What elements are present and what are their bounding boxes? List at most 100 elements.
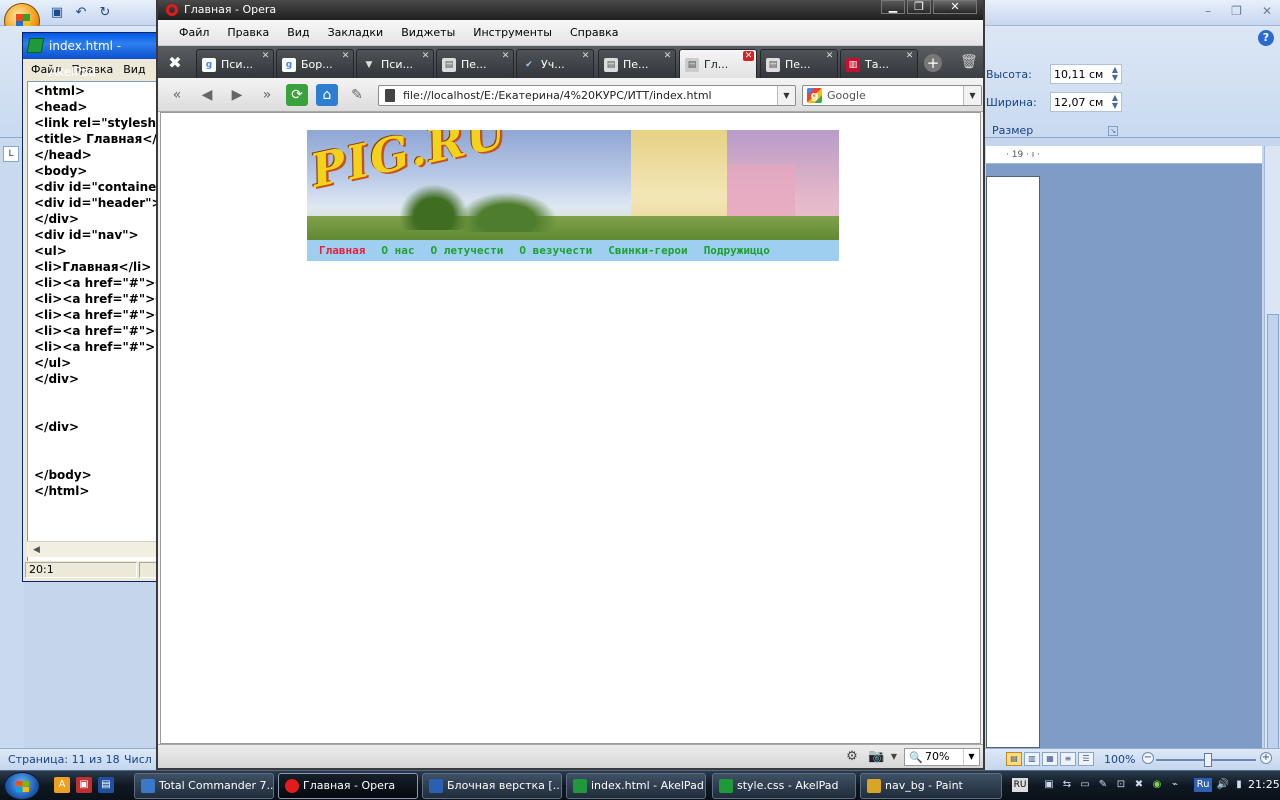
save-icon[interactable]: ▣	[48, 5, 66, 21]
back-icon[interactable]: ◀	[196, 84, 218, 106]
maximize-icon[interactable]: ❐	[1231, 4, 1242, 18]
redo-icon[interactable]: ↻	[96, 5, 114, 21]
help-icon[interactable]: ?	[1258, 30, 1274, 46]
minimize-icon[interactable]: –	[1205, 4, 1211, 18]
tab-close-icon[interactable]: ✕	[743, 51, 754, 61]
document-page[interactable]	[986, 176, 1040, 748]
nav-item-heroes[interactable]: Свинки-герои	[608, 244, 687, 257]
spinner-arrows-icon[interactable]: ▲ ▼	[1112, 94, 1118, 110]
full-screen-icon[interactable]: ▥	[1024, 752, 1040, 766]
trash-icon[interactable]: 🗑	[960, 54, 978, 70]
menu-bookmarks[interactable]: Закладки	[319, 20, 393, 46]
tab[interactable]: ▼ Пси... ✕	[356, 49, 434, 78]
close-icon[interactable]: ✕	[1262, 4, 1272, 18]
new-tab-icon[interactable]: +	[924, 54, 942, 72]
taskbar-item-active[interactable]: Главная - Opera	[278, 773, 418, 799]
menu-view[interactable]: Вид	[123, 63, 145, 76]
tab-close-icon[interactable]: ✕	[500, 51, 511, 61]
zoom-level[interactable]: 100%	[1104, 753, 1135, 766]
app-launcher-icon[interactable]: ▤	[98, 777, 114, 793]
zoom-in-icon[interactable]: +	[1260, 752, 1272, 764]
app-launcher-icon[interactable]: A	[54, 777, 70, 793]
print-layout-icon[interactable]: ▤	[1006, 752, 1022, 766]
clock[interactable]: 21:25	[1248, 778, 1280, 791]
nav-item-flying[interactable]: О летучести	[430, 244, 503, 257]
menu-help[interactable]: Справка	[561, 20, 627, 46]
tab-close-icon[interactable]: ✕	[580, 51, 591, 61]
edit-icon[interactable]: ✎	[346, 84, 368, 106]
app-launcher-icon[interactable]: ▣	[76, 777, 92, 793]
menu-edit[interactable]: Правка	[218, 20, 278, 46]
start-button[interactable]	[4, 772, 40, 800]
outline-icon[interactable]: ≡	[1060, 752, 1076, 766]
taskbar-item[interactable]: style.css - AkelPad	[712, 773, 856, 799]
sync-icon[interactable]: ⇆	[1060, 778, 1074, 792]
tab[interactable]: g Пси... ✕	[196, 49, 274, 78]
close-icon[interactable]: ✕	[933, 0, 977, 14]
tab-selector-icon[interactable]: L	[3, 146, 19, 162]
undo-icon[interactable]: ↶	[72, 5, 90, 21]
code-text[interactable]: <html> <head> <link rel="styleshe <title…	[28, 82, 173, 499]
language-indicator[interactable]: RU	[1012, 778, 1028, 792]
fast-forward-icon[interactable]: »	[256, 84, 278, 106]
tab-close-icon[interactable]: ✕	[260, 51, 271, 61]
draft-icon[interactable]: ☰	[1078, 752, 1094, 766]
security-icon[interactable]: ✖	[1132, 778, 1146, 792]
width-spinner[interactable]: 12,07 см ▲ ▼	[1050, 92, 1122, 112]
camera-icon[interactable]: 📷	[868, 749, 884, 765]
maximize-icon[interactable]: ❐	[907, 0, 931, 14]
address-field[interactable]: file://localhost/E:/Екатерина/4%20КУРС/И…	[378, 85, 796, 106]
reload-icon[interactable]: ⟳	[286, 84, 308, 106]
vertical-scrollbar[interactable]	[1264, 146, 1280, 794]
turbo-icon[interactable]: ⚙	[844, 749, 860, 765]
zoom-out-icon[interactable]: −	[1142, 752, 1154, 764]
minimize-icon[interactable]: ▁	[881, 0, 905, 14]
tab[interactable]: ▤ Пе... ✕	[760, 49, 838, 78]
battery-icon[interactable]: ▮	[1232, 778, 1246, 792]
tab-close-icon[interactable]: ✕	[904, 51, 915, 61]
menu-tools[interactable]: Инструменты	[464, 20, 561, 46]
keyboard-layout[interactable]: Ru	[1194, 778, 1212, 792]
tab[interactable]: ✔ Уч... ✕	[516, 49, 594, 78]
display-icon[interactable]: ▭	[1078, 778, 1092, 792]
dialog-launcher-icon[interactable]: ↘	[1108, 126, 1118, 136]
rewind-icon[interactable]: «	[166, 84, 188, 106]
shield-icon[interactable]: ◉	[1150, 778, 1164, 792]
chevron-down-icon[interactable]: ▼	[963, 749, 979, 765]
home-icon[interactable]: ⌂	[316, 84, 338, 106]
zoom-slider[interactable]: − +	[1142, 752, 1272, 767]
tab[interactable]: g Бор... ✕	[276, 49, 354, 78]
spinner-arrows-icon[interactable]: ▲ ▼	[1112, 66, 1118, 82]
height-spinner[interactable]: 10,11 см ▲ ▼	[1050, 64, 1122, 84]
menu-widgets[interactable]: Виджеты	[392, 20, 464, 46]
code-editor[interactable]: <html> <head> <link rel="styleshe <title…	[27, 81, 173, 573]
search-placeholder[interactable]: Google	[827, 89, 866, 102]
tab-active[interactable]: ▤ Гл... ✕	[679, 49, 757, 78]
nav-item-luck[interactable]: О везучести	[519, 244, 592, 257]
taskbar-item[interactable]: Total Commander 7....	[134, 773, 274, 799]
tab-close-icon[interactable]: ✕	[340, 51, 351, 61]
scrollbar-thumb[interactable]	[1267, 314, 1279, 794]
taskbar-item[interactable]: index.html - AkelPad	[566, 773, 706, 799]
tool-icon[interactable]: ✎	[1096, 778, 1110, 792]
tab-close-icon[interactable]: ✕	[662, 51, 673, 61]
tools-icon[interactable]: ✖	[164, 52, 186, 74]
zoom-selector[interactable]: 🔍 70% ▼	[904, 748, 980, 766]
url-text[interactable]: file://localhost/E:/Екатерина/4%20КУРС/И…	[403, 89, 712, 102]
akelpad-titlebar[interactable]: index.html - AkelPad	[23, 33, 172, 79]
tab[interactable]: ▤ Пе... ✕	[436, 49, 514, 78]
page-viewport[interactable]: PIG.RU Главная О нас О летучести О везуч…	[160, 112, 981, 744]
web-layout-icon[interactable]: ▦	[1042, 752, 1058, 766]
menu-view[interactable]: Вид	[278, 20, 318, 46]
scroll-left-icon[interactable]: ◀	[33, 545, 40, 555]
google-icon[interactable]: g	[807, 88, 822, 103]
tab-close-icon[interactable]: ✕	[824, 51, 835, 61]
tab[interactable]: ▤ Пе... ✕	[598, 49, 676, 78]
search-field[interactable]: g Google ▼	[802, 85, 982, 106]
opera-titlebar[interactable]: Главная - Opera ▁ ❐ ✕	[158, 0, 983, 20]
horizontal-scrollbar[interactable]: ◀	[27, 541, 173, 557]
monitor-icon[interactable]: ⊡	[1114, 778, 1128, 792]
taskbar-item[interactable]: nav_bg - Paint	[860, 773, 1002, 799]
chevron-down-icon[interactable]: ▼	[886, 749, 902, 765]
nav-item-friends[interactable]: Подружиццо	[704, 244, 770, 257]
